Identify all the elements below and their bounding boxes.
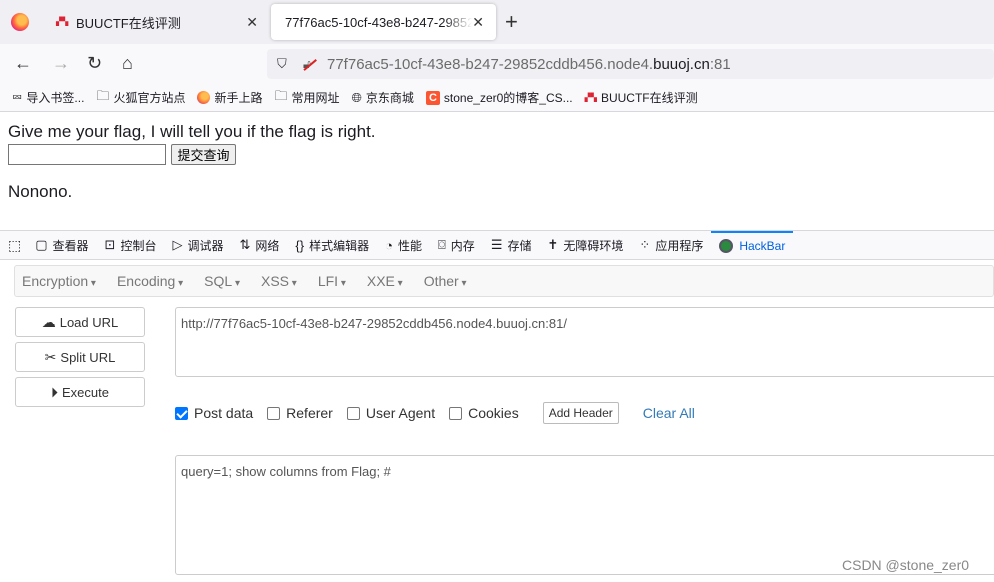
buuctf-icon: ▞▚ [584,93,597,102]
menu-lfi[interactable]: LFI [318,273,346,289]
devtools-toolbar: ⬚ ▢ 查看器 ⊡ 控制台 ▷ 调试器 ⇅ 网络 {} 样式编辑器 ◔ 性能 ⌼ 内存 ☰ 存储… [0,230,994,260]
bookmark-firefox-site[interactable]: 🗀 火狐官方站点 [96,87,185,109]
bookmark-csdn-blog[interactable]: Cstone_zer0的博客_CS... [425,89,573,106]
checkbox-checked[interactable] [175,406,188,420]
buuctf-favicon-icon: ▞▚ [56,17,69,26]
menu-encryption[interactable]: Encryption [22,273,96,289]
submit-button[interactable]: 提交查询 [171,144,236,165]
cloud-download-icon: ☁ [41,313,56,330]
flag-input[interactable] [8,144,166,165]
menu-encoding[interactable]: Encoding [117,273,183,289]
application-icon: ⁘ [639,237,651,252]
devtools-tab-performance[interactable]: ◔ 性能 [377,231,430,260]
devtools-tab-storage[interactable]: ☰ 存储 [483,231,540,260]
forward-icon[interactable]: → [52,53,70,74]
split-url-button[interactable]: ✂ Split URL [15,342,145,372]
globe-icon: 🌐︎ [351,89,362,105]
performance-icon: ◔ [385,237,393,253]
tab-strip: ▞▚ BUUCTF在线评测 ✕ 77f76ac5-10cf-43e8-b247-… [0,0,994,44]
referer-checkbox[interactable]: Referer [267,405,333,421]
clear-all-link[interactable]: Clear All [643,405,695,421]
folder-icon: 🗀 [274,87,288,103]
firefox-icon [197,91,211,104]
menu-xxe[interactable]: XXE [367,273,403,289]
bookmarks-toolbar: ⮹ 导入书签... 🗀 火狐官方站点 新手上路 🗀 常用网址 🌐︎ 京东商城 Cston… [0,84,994,112]
bookmark-jd[interactable]: 🌐︎ 京东商城 [352,89,414,106]
url-text[interactable]: 77f76ac5-10cf-43e8-b247-29852cddb456.nod… [327,56,731,73]
folder-icon: 🗀 [96,87,110,103]
devtools-tab-debugger[interactable]: ▷ 调试器 [164,231,231,260]
accessibility-icon: ✝ [547,237,559,252]
checkbox[interactable] [267,406,281,420]
menu-other[interactable]: Other [424,273,467,289]
network-icon: ⇅ [239,237,251,252]
devtools-tab-memory[interactable]: ⌼ 内存 [430,231,483,260]
checkbox[interactable] [346,406,360,420]
firefox-menu-icon[interactable] [11,13,29,31]
tab-title: 77f76ac5-10cf-43e8-b247-29852cddb456.nod… [285,14,472,30]
back-icon[interactable]: ← [14,53,32,74]
bookmark-buuctf[interactable]: ▞▚ BUUCTF在线评测 [585,89,698,106]
close-tab-icon[interactable]: ✕ [246,14,258,31]
watermark: CSDN @stone_zer0 [842,557,970,573]
add-header-button[interactable]: Add Header [542,402,619,424]
menu-sql[interactable]: SQL [204,273,240,289]
tab-buuctf[interactable]: ▞▚ BUUCTF在线评测 ✕ [42,4,270,40]
devtools-tab-inspector[interactable]: ▢ 查看器 [27,231,96,260]
close-tab-icon[interactable]: ✕ [472,14,484,31]
console-icon: ⊡ [104,237,116,252]
user-agent-checkbox[interactable]: User Agent [346,405,435,421]
address-bar[interactable]: ⛉ 🔓︎ 77f76ac5-10cf-43e8-b247-29852cddb45… [267,49,994,79]
navigation-bar: ← → ↻ ⌂ ⛉ 🔓︎ 77f76ac5-10cf-43e8-b247-298… [0,44,994,84]
tab-active[interactable]: 77f76ac5-10cf-43e8-b247-29852cddb456.nod… [271,4,496,40]
reload-icon[interactable]: ↻ [87,53,102,74]
play-circle-icon: ⏵ [51,383,58,400]
storage-icon: ☰ [490,237,503,252]
devtools-tab-hackbar[interactable]: HackBar [711,230,794,260]
bookmark-common-sites[interactable]: 🗀 常用网址 [274,87,339,109]
load-url-button[interactable]: ☁ Load URL [15,307,145,337]
hackbar-icon [719,239,734,253]
bookmark-getting-started[interactable]: 新手上路 [197,89,262,106]
style-editor-icon: {} [295,237,305,253]
post-data-checkbox[interactable]: Post data [175,405,253,421]
checkbox[interactable] [449,406,463,420]
element-picker-icon[interactable]: ⬚ [8,237,21,254]
scissors-icon: ✂ [44,348,57,365]
insecure-lock-icon[interactable]: 🔓︎ [303,57,317,72]
csdn-icon: C [425,90,440,105]
devtools-tab-console[interactable]: ⊡ 控制台 [97,231,165,260]
bookmark-import[interactable]: ⮹ 导入书签... [12,89,84,106]
devtools-tab-accessibility[interactable]: ✝ 无障碍环境 [539,231,631,260]
new-tab-icon[interactable]: + [505,9,518,35]
devtools-tab-application[interactable]: ⁘ 应用程序 [631,231,711,260]
execute-button[interactable]: ⏵ Execute [15,377,145,407]
hackbar-options: Post data Referer User Agent Cookies Add… [175,400,695,426]
hackbar-menu: Encryption Encoding SQL XSS LFI XXE Othe… [14,265,994,297]
hackbar-url-textarea[interactable]: http://77f76ac5-10cf-43e8-b247-29852cddb… [175,307,994,377]
tab-title: BUUCTF在线评测 [76,15,181,31]
menu-xss[interactable]: XSS [261,273,297,289]
inspector-icon: ▢ [35,237,48,252]
memory-icon: ⌼ [437,237,446,252]
page-prompt: Give me your flag, I will tell you if th… [8,122,376,141]
debugger-icon: ▷ [172,237,183,252]
import-icon: ⮹ [12,89,23,105]
tracking-shield-icon[interactable]: ⛉ [277,56,293,72]
devtools-tab-style-editor[interactable]: {} 样式编辑器 [287,231,377,260]
result-text: Nonono. [8,182,73,201]
home-icon[interactable]: ⌂ [122,53,133,74]
cookies-checkbox[interactable]: Cookies [449,405,519,421]
devtools-tab-network[interactable]: ⇅ 网络 [231,231,287,260]
